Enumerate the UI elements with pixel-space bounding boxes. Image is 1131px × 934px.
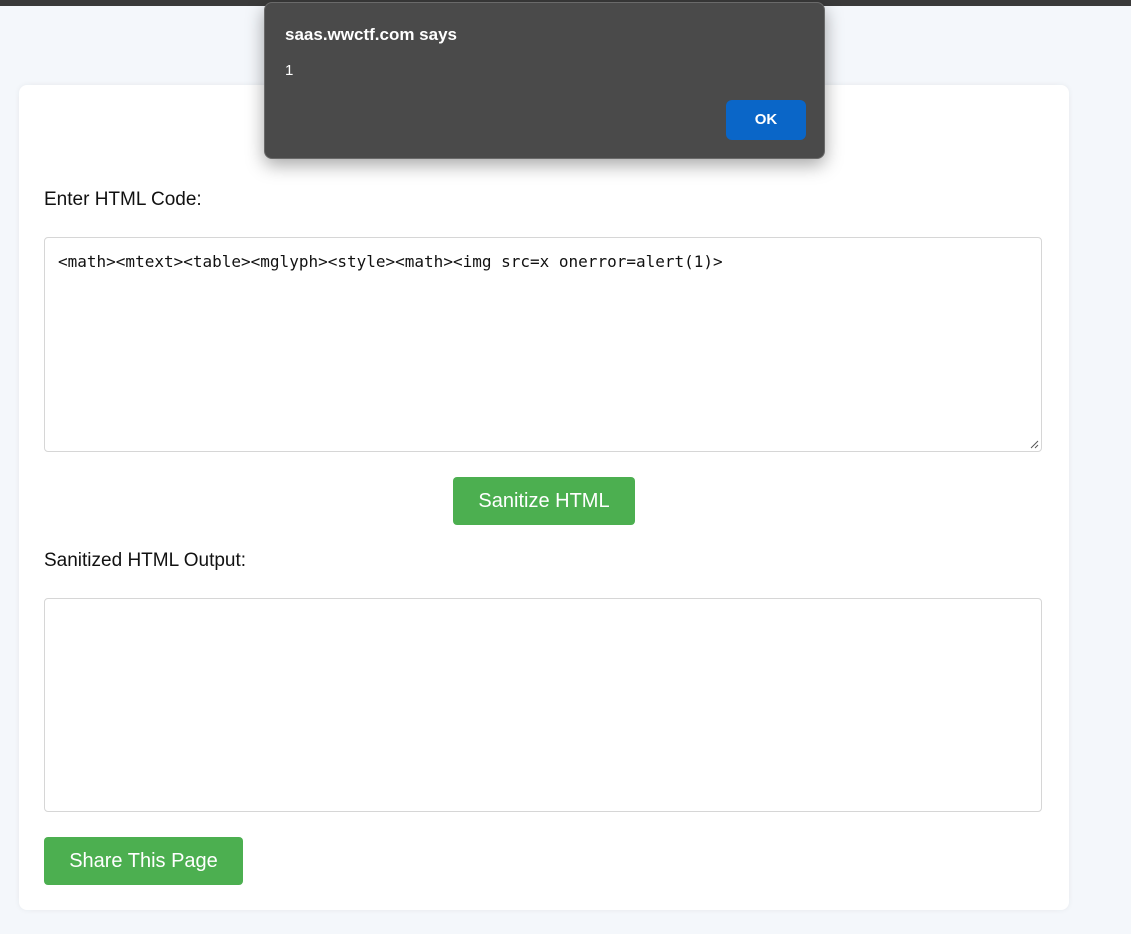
sanitize-html-button[interactable]: Sanitize HTML xyxy=(453,477,635,525)
sanitized-output-box xyxy=(44,598,1042,812)
share-page-button[interactable]: Share This Page xyxy=(44,837,243,885)
output-label: Sanitized HTML Output: xyxy=(44,550,247,571)
alert-dialog-title: saas.wwctf.com says xyxy=(285,25,457,44)
html-input-textarea[interactable]: <math><mtext><table><mglyph><style><math… xyxy=(44,237,1042,452)
resize-grip-icon[interactable] xyxy=(1029,439,1039,449)
input-label: Enter HTML Code: xyxy=(44,189,202,210)
alert-dialog-message: 1 xyxy=(285,62,294,79)
alert-ok-button[interactable]: OK xyxy=(726,100,806,140)
html-input-value: <math><mtext><table><mglyph><style><math… xyxy=(58,252,723,271)
alert-dialog: saas.wwctf.com says 1 OK xyxy=(264,2,825,159)
